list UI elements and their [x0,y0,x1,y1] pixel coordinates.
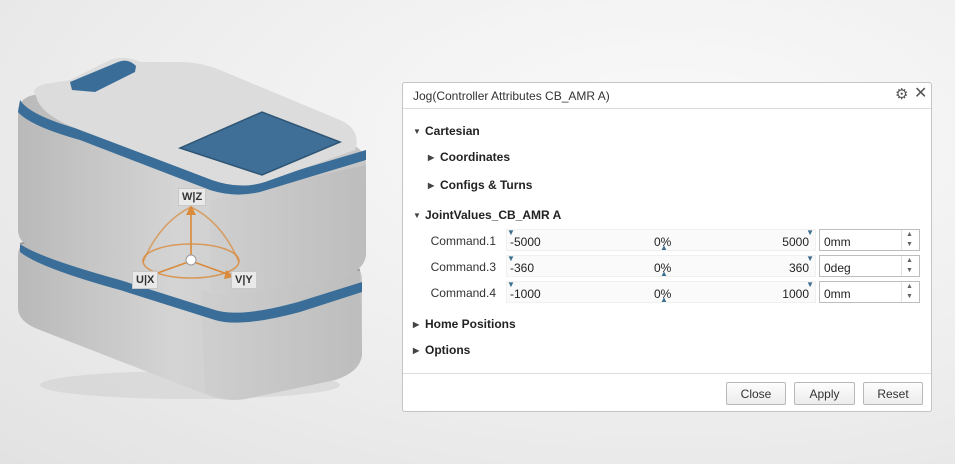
section-configs-turns[interactable]: ▶ Configs & Turns [428,178,532,192]
command-value-stepper[interactable]: 0mm ▲ ▼ [819,281,920,303]
reset-button[interactable]: Reset [863,382,923,405]
command-row: Command.1 ▼ -5000 0% ▲ 5000 ▼ 0mm ▲ ▼ [403,229,933,253]
gizmo-label-wz[interactable]: W|Z [178,188,207,206]
slider-max-marker-icon[interactable]: ▼ [806,229,814,237]
command-value-stepper[interactable]: 0deg ▲ ▼ [819,255,920,277]
chevron-right-icon: ▶ [413,346,420,355]
stepper-up-icon[interactable]: ▲ [906,231,913,238]
command-value-stepper[interactable]: 0mm ▲ ▼ [819,229,920,251]
section-coordinates[interactable]: ▶ Coordinates [428,150,510,164]
section-options[interactable]: ▶ Options [413,343,470,357]
stepper-down-icon[interactable]: ▼ [906,241,913,248]
command-row: Command.4 ▼ -1000 0% ▲ 1000 ▼ 0mm ▲ ▼ [403,281,933,305]
stepper-up-icon[interactable]: ▲ [906,283,913,290]
command-label: Command.1 [430,234,496,248]
command-row: Command.3 ▼ -360 0% ▲ 360 ▼ 0deg ▲ ▼ [403,255,933,279]
stepper-up-icon[interactable]: ▲ [906,257,913,264]
robot-model [18,57,366,400]
jog-panel: Jog(Controller Attributes CB_AMR A) ⚙ ✕ … [402,82,932,412]
command-slider[interactable]: ▼ -1000 0% ▲ 1000 ▼ [506,281,816,304]
command-label: Command.3 [430,260,496,274]
chevron-right-icon: ▶ [413,320,420,329]
stepper-down-icon[interactable]: ▼ [906,293,913,300]
slider-max-marker-icon[interactable]: ▼ [806,255,814,263]
close-icon[interactable]: ✕ [914,85,927,103]
slider-thumb-icon[interactable]: ▲ [660,270,668,278]
section-home-positions[interactable]: ▶ Home Positions [413,317,516,331]
command-label: Command.4 [430,286,496,300]
section-cartesian[interactable]: ▼ Cartesian [413,124,480,138]
chevron-down-icon: ▼ [413,211,421,220]
panel-title: Jog(Controller Attributes CB_AMR A) [413,89,610,103]
panel-header: Jog(Controller Attributes CB_AMR A) ⚙ ✕ [403,83,931,109]
chevron-right-icon: ▶ [428,181,435,190]
gizmo-label-ux[interactable]: U|X [132,271,159,289]
section-joint-values[interactable]: ▼ JointValues_CB_AMR A [413,208,561,222]
panel-footer: Close Apply Reset [403,373,931,413]
3d-viewport[interactable]: W|Z U|X V|Y [0,0,400,464]
slider-thumb-icon[interactable]: ▲ [660,244,668,252]
apply-button[interactable]: Apply [794,382,855,405]
chevron-down-icon: ▼ [413,127,421,136]
command-slider[interactable]: ▼ -360 0% ▲ 360 ▼ [506,255,816,278]
gizmo-label-vy[interactable]: V|Y [231,271,257,289]
slider-thumb-icon[interactable]: ▲ [660,296,668,304]
gear-icon[interactable]: ⚙ [895,86,908,104]
slider-max-marker-icon[interactable]: ▼ [806,281,814,289]
command-slider[interactable]: ▼ -5000 0% ▲ 5000 ▼ [506,229,816,252]
stepper-down-icon[interactable]: ▼ [906,267,913,274]
chevron-right-icon: ▶ [428,153,435,162]
close-button[interactable]: Close [726,382,786,405]
